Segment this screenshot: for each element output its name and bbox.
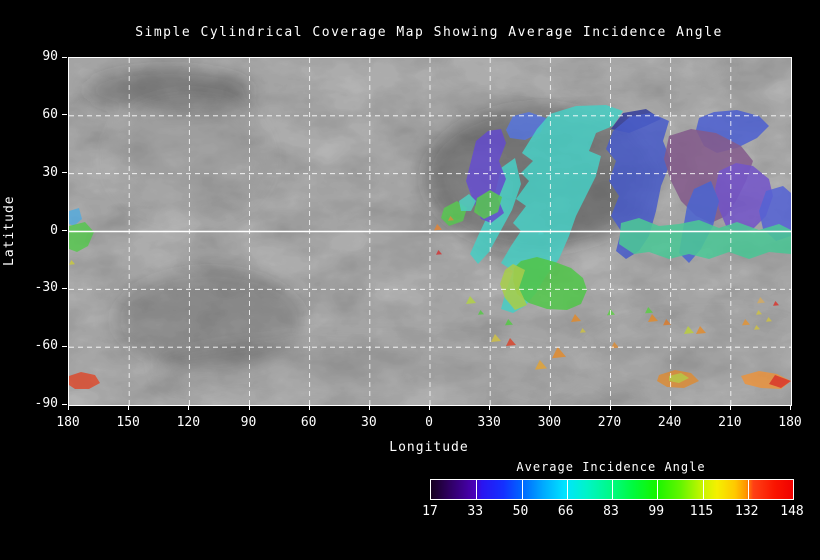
map-svg bbox=[69, 58, 791, 405]
x-tick-label: 330 bbox=[477, 415, 501, 430]
colorbar-tick-label: 66 bbox=[557, 504, 574, 519]
axis-tick bbox=[729, 406, 731, 410]
axis-tick bbox=[308, 406, 310, 410]
axis-tick bbox=[62, 56, 67, 58]
colorbar-tick-label: 83 bbox=[603, 504, 619, 519]
axis-tick bbox=[609, 406, 611, 410]
axis-tick bbox=[790, 406, 791, 410]
axis-tick bbox=[62, 230, 67, 231]
colorbar-tick-label: 17 bbox=[422, 504, 438, 519]
x-tick-label: 30 bbox=[361, 415, 377, 430]
axis-tick bbox=[669, 406, 671, 410]
x-tick-label: 180 bbox=[778, 415, 802, 430]
x-tick-label: 150 bbox=[116, 415, 140, 430]
app-window: Simple Cylindrical Coverage Map Showing … bbox=[0, 0, 820, 560]
y-tick-label: -90 bbox=[34, 396, 58, 411]
colorbar-tick-label: 50 bbox=[512, 504, 529, 519]
y-tick-label: 30 bbox=[42, 164, 58, 180]
axis-tick bbox=[62, 172, 67, 174]
colorbar-tick-label: 115 bbox=[689, 504, 714, 519]
axis-tick bbox=[62, 403, 67, 405]
x-axis-label: Longitude bbox=[389, 440, 469, 455]
x-tick-label: 90 bbox=[240, 415, 257, 430]
axis-tick bbox=[429, 406, 430, 410]
colorbar-tick-label: 33 bbox=[467, 504, 484, 519]
x-tick-label: 60 bbox=[300, 415, 317, 430]
x-tick-label: 300 bbox=[537, 415, 562, 430]
colorbar-separator bbox=[657, 480, 659, 499]
x-tick-label: 240 bbox=[657, 415, 682, 430]
axis-tick bbox=[248, 406, 250, 410]
x-tick-label: 180 bbox=[56, 415, 80, 430]
colorbar-tick-label: 99 bbox=[648, 504, 665, 519]
colorbar-separator bbox=[612, 480, 613, 499]
colorbar-separator bbox=[521, 480, 523, 499]
colorbar bbox=[430, 479, 794, 500]
x-tick-label: 0 bbox=[425, 415, 433, 430]
axis-tick bbox=[368, 406, 370, 410]
axis-tick bbox=[62, 345, 67, 347]
colorbar-separator bbox=[702, 480, 704, 499]
page-title: Simple Cylindrical Coverage Map Showing … bbox=[135, 25, 723, 40]
y-tick-label: -60 bbox=[34, 338, 58, 354]
colorbar-separator bbox=[566, 480, 568, 499]
y-tick-label: -30 bbox=[34, 280, 58, 296]
axis-tick bbox=[549, 406, 551, 410]
y-tick-label: 60 bbox=[42, 106, 58, 122]
map-plot-area bbox=[68, 57, 792, 406]
colorbar-separator bbox=[747, 480, 749, 499]
colorbar-tick-label: 132 bbox=[735, 504, 759, 519]
colorbar-tick-label: 148 bbox=[780, 504, 804, 519]
y-tick-label: 90 bbox=[42, 49, 58, 64]
axis-tick bbox=[62, 287, 67, 289]
axis-tick bbox=[188, 406, 190, 410]
colorbar-separator bbox=[476, 480, 478, 499]
y-tick-label: 0 bbox=[50, 222, 58, 238]
x-tick-label: 210 bbox=[718, 415, 742, 430]
x-tick-label: 120 bbox=[176, 415, 201, 430]
axis-tick bbox=[68, 406, 69, 410]
axis-tick bbox=[489, 406, 491, 410]
axis-tick bbox=[62, 114, 67, 116]
axis-tick bbox=[128, 406, 130, 410]
x-tick-label: 270 bbox=[597, 415, 622, 430]
colorbar-title: Average Incidence Angle bbox=[516, 460, 706, 474]
